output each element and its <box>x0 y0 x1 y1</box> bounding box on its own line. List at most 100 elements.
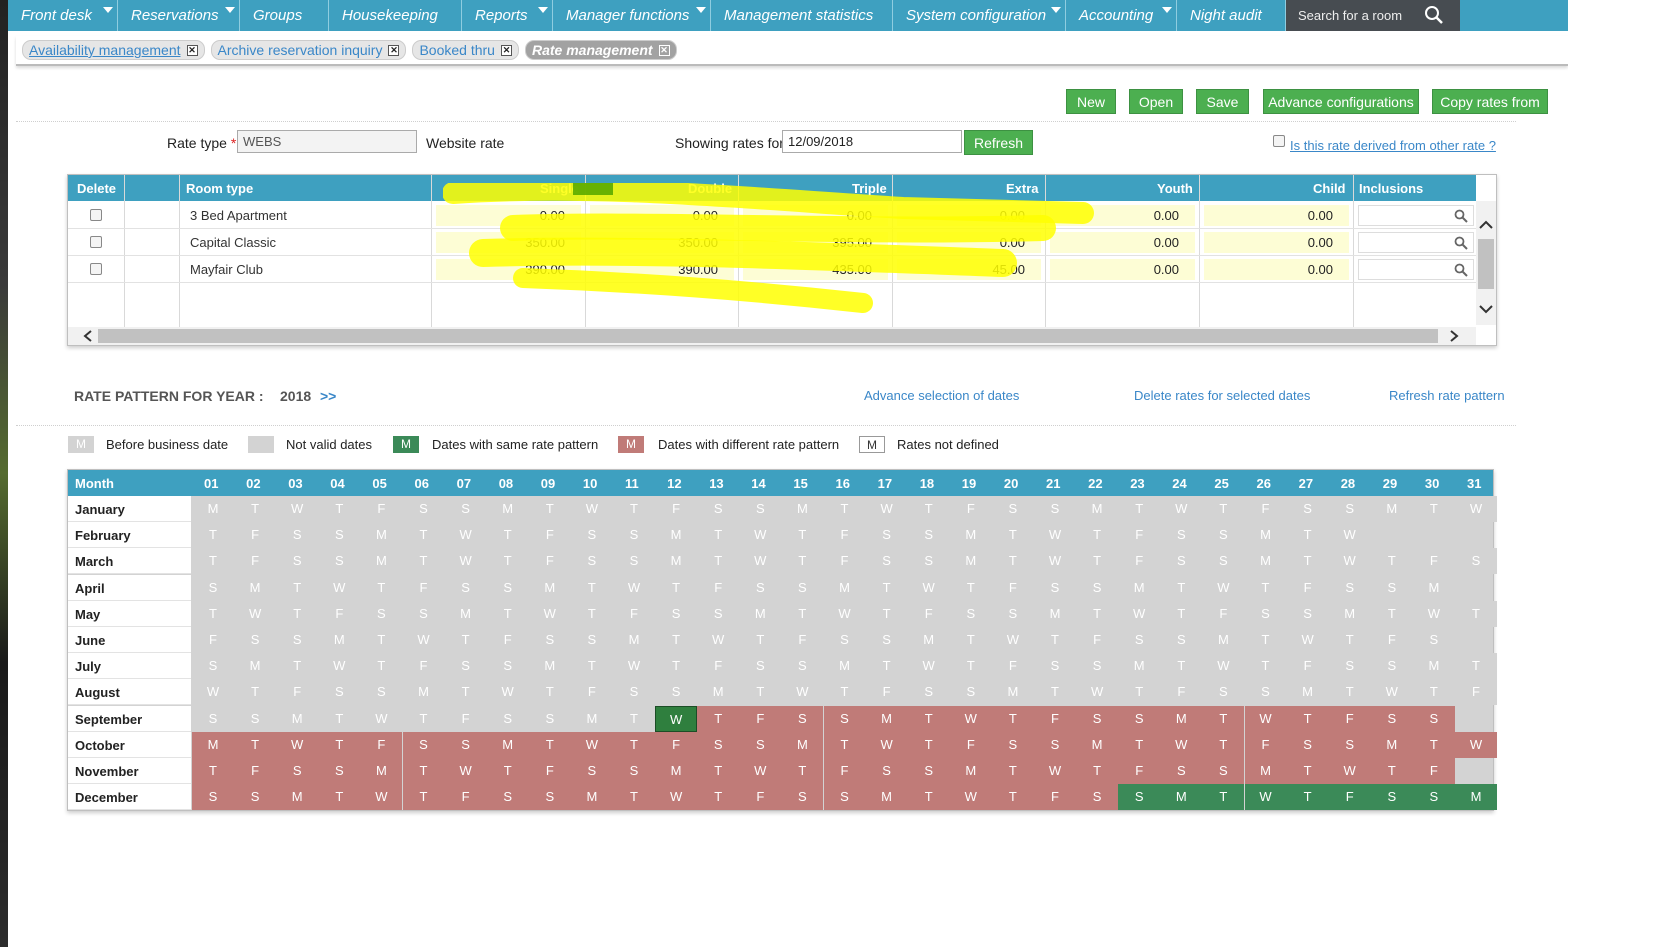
calendar-day-cell[interactable]: M <box>1202 627 1245 653</box>
calendar-day-cell[interactable]: F <box>697 574 740 601</box>
calendar-day-cell[interactable]: S <box>276 758 319 784</box>
calendar-day-cell[interactable]: M <box>907 627 950 653</box>
triple-rate-input[interactable]: 395.00 <box>743 232 888 253</box>
calendar-day-cell[interactable]: M <box>1370 496 1413 522</box>
calendar-day-cell[interactable]: T <box>823 496 866 522</box>
double-rate-input[interactable]: 0.00 <box>590 205 734 226</box>
calendar-day-cell[interactable]: T <box>991 548 1034 575</box>
derived-rate-label[interactable]: Is this rate derived from other rate ? <box>1290 138 1496 153</box>
calendar-day-cell[interactable]: S <box>444 731 487 758</box>
calendar-day-cell[interactable]: W <box>1455 496 1497 522</box>
calendar-day-cell[interactable]: T <box>1244 627 1287 653</box>
calendar-day-cell[interactable]: M <box>1118 574 1161 601</box>
calendar-day-cell[interactable]: F <box>444 705 487 732</box>
calendar-day-cell[interactable]: T <box>318 784 361 811</box>
calendar-day-cell[interactable]: T <box>613 705 655 732</box>
menu-system-configuration[interactable]: System configuration <box>893 0 1066 31</box>
calendar-day-cell[interactable]: S <box>949 600 992 627</box>
search-icon[interactable] <box>1454 209 1468 223</box>
calendar-day-cell[interactable]: F <box>655 496 698 522</box>
calendar-day-cell[interactable]: T <box>1286 784 1329 811</box>
calendar-day-cell[interactable]: T <box>444 679 487 706</box>
calendar-day-cell[interactable]: S <box>444 574 487 601</box>
calendar-day-cell[interactable]: T <box>1412 496 1455 522</box>
inclusions-field[interactable] <box>1358 205 1474 226</box>
calendar-day-cell[interactable]: S <box>823 705 866 732</box>
calendar-day-cell[interactable]: S <box>402 600 445 627</box>
tab-booked-thru[interactable]: Booked thru ✕ <box>412 40 519 60</box>
calendar-day-cell[interactable]: F <box>570 679 613 706</box>
calendar-day-cell[interactable]: T <box>1118 679 1161 706</box>
calendar-day-cell[interactable]: W <box>402 627 445 653</box>
calendar-day-cell[interactable]: F <box>486 627 529 653</box>
search-icon[interactable] <box>1454 263 1468 277</box>
calendar-day-cell[interactable]: S <box>1370 574 1413 601</box>
calendar-day-cell[interactable]: W <box>655 784 698 811</box>
calendar-day-cell[interactable]: T <box>655 574 698 601</box>
calendar-day-cell[interactable]: F <box>192 627 234 653</box>
calendar-day-cell[interactable]: S <box>1034 731 1076 758</box>
calendar-day-cell[interactable]: T <box>1244 653 1287 680</box>
calendar-day-cell[interactable]: S <box>1202 758 1245 784</box>
scroll-thumb[interactable] <box>1478 239 1494 289</box>
calendar-day-cell[interactable]: W <box>1160 496 1203 522</box>
calendar-day-cell[interactable]: T <box>1202 496 1245 522</box>
calendar-day-cell[interactable]: T <box>360 574 403 601</box>
calendar-day-cell[interactable]: T <box>528 496 571 522</box>
youth-rate-input[interactable]: 0.00 <box>1050 205 1195 226</box>
calendar-day-cell[interactable]: F <box>444 784 487 811</box>
calendar-day-cell[interactable]: T <box>276 653 319 680</box>
close-icon[interactable]: ✕ <box>388 44 400 56</box>
calendar-day-cell[interactable]: M <box>697 679 740 706</box>
search-icon[interactable] <box>1454 236 1468 250</box>
calendar-day-cell[interactable]: S <box>739 731 782 758</box>
calendar-day-cell[interactable]: M <box>360 758 403 784</box>
calendar-day-cell[interactable]: M <box>444 600 487 627</box>
advance-selection-link[interactable]: Advance selection of dates <box>864 388 1019 403</box>
chevron-right-icon[interactable] <box>1446 327 1462 345</box>
calendar-day-cell[interactable]: M <box>1076 731 1119 758</box>
calendar-day-cell[interactable]: M <box>1412 653 1455 680</box>
calendar-day-cell[interactable]: T <box>1412 731 1455 758</box>
tab-rate-management[interactable]: Rate management ✕ <box>524 40 677 60</box>
calendar-day-cell[interactable]: M <box>276 705 319 732</box>
calendar-day-cell[interactable]: M <box>865 784 908 811</box>
calendar-day-cell[interactable]: W <box>1244 705 1287 732</box>
calendar-day-cell[interactable]: M <box>1286 679 1329 706</box>
calendar-day-cell[interactable]: T <box>865 600 908 627</box>
calendar-day-cell[interactable]: T <box>1455 653 1497 680</box>
calendar-day-cell[interactable]: T <box>402 758 445 784</box>
calendar-day-cell[interactable]: S <box>1076 574 1119 601</box>
double-rate-input[interactable]: 350.00 <box>590 232 734 253</box>
calendar-day-cell[interactable]: F <box>949 731 992 758</box>
calendar-day-cell[interactable]: S <box>234 705 277 732</box>
calendar-day-cell[interactable]: M <box>613 627 655 653</box>
calendar-day-cell[interactable]: T <box>402 522 445 549</box>
single-rate-input[interactable]: 0.00 <box>436 205 581 226</box>
calendar-day-cell[interactable]: S <box>1286 731 1329 758</box>
calendar-day-cell[interactable]: M <box>823 574 866 601</box>
calendar-day-cell[interactable]: T <box>570 600 613 627</box>
calendar-day-cell[interactable]: W <box>1328 522 1371 549</box>
delete-checkbox[interactable] <box>90 263 102 275</box>
tab-availability-management[interactable]: Availability management ✕ <box>22 40 205 60</box>
triple-rate-input[interactable]: 435.00 <box>743 259 888 280</box>
menu-reports[interactable]: Reports <box>462 0 553 31</box>
calendar-day-cell[interactable]: M <box>781 731 824 758</box>
calendar-day-cell[interactable]: W <box>991 627 1034 653</box>
calendar-day-cell[interactable]: F <box>949 496 992 522</box>
calendar-day-cell[interactable]: W <box>1412 600 1455 627</box>
chevron-left-icon[interactable] <box>80 327 96 345</box>
delete-checkbox[interactable] <box>90 236 102 248</box>
calendar-day-cell[interactable]: S <box>1328 496 1371 522</box>
inclusions-field[interactable] <box>1358 259 1474 280</box>
calendar-day-cell[interactable]: T <box>781 600 824 627</box>
calendar-day-cell[interactable]: T <box>402 705 445 732</box>
calendar-day-cell[interactable]: S <box>781 705 824 732</box>
double-rate-input[interactable]: 390.00 <box>590 259 734 280</box>
calendar-day-cell[interactable]: S <box>865 758 908 784</box>
calendar-day-cell[interactable]: M <box>570 784 613 811</box>
calendar-day-cell[interactable]: W <box>192 679 234 706</box>
menu-groups[interactable]: Groups <box>240 0 329 31</box>
calendar-day-cell[interactable]: S <box>949 679 992 706</box>
